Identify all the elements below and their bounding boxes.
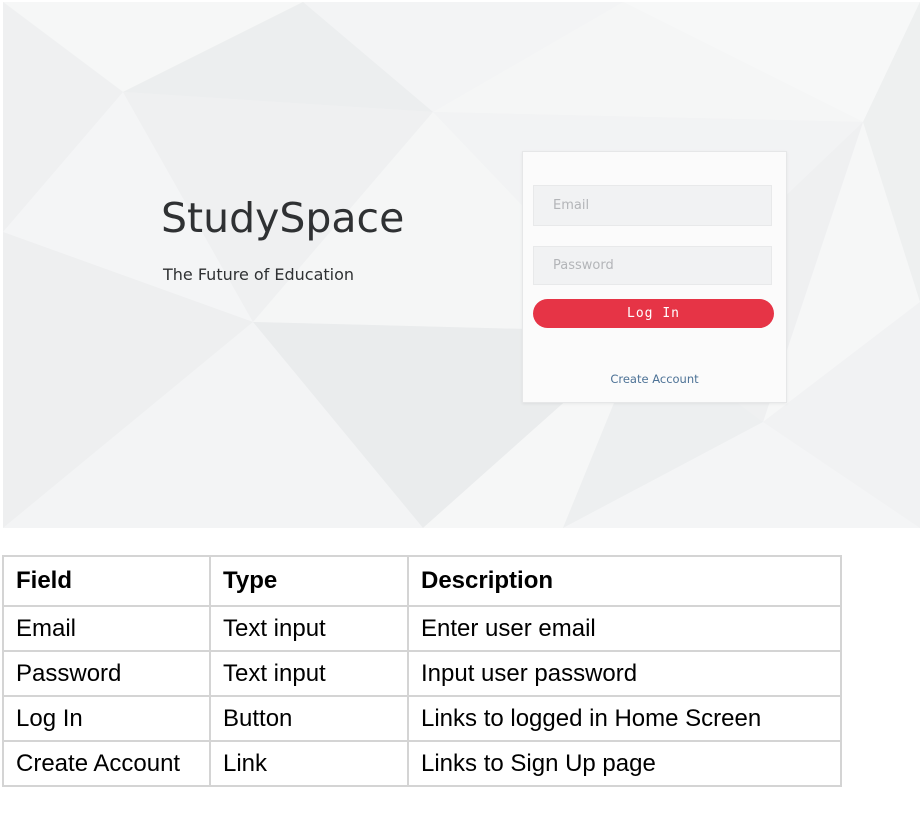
- table-row: Email Text input Enter user email: [2, 605, 842, 652]
- cell-field: Email: [2, 605, 211, 652]
- table-row: Create Account Link Links to Sign Up pag…: [2, 740, 842, 787]
- header-field: Field: [2, 555, 211, 607]
- cell-field: Create Account: [2, 740, 211, 787]
- login-button[interactable]: Log In: [533, 299, 774, 328]
- cell-description: Links to Sign Up page: [407, 740, 842, 787]
- create-account-link[interactable]: Create Account: [523, 372, 786, 386]
- field-spec-table: Field Type Description Email Text input …: [2, 555, 842, 787]
- table-row: Password Text input Input user password: [2, 650, 842, 697]
- email-input[interactable]: [533, 185, 772, 226]
- cell-type: Button: [209, 695, 409, 742]
- cell-type: Text input: [209, 650, 409, 697]
- brand-title: StudySpace: [161, 194, 405, 242]
- table-row: Log In Button Links to logged in Home Sc…: [2, 695, 842, 742]
- cell-description: Input user password: [407, 650, 842, 697]
- cell-description: Links to logged in Home Screen: [407, 695, 842, 742]
- password-input[interactable]: [533, 246, 772, 285]
- cell-field: Password: [2, 650, 211, 697]
- cell-description: Enter user email: [407, 605, 842, 652]
- header-description: Description: [407, 555, 842, 607]
- cell-type: Text input: [209, 605, 409, 652]
- login-card: Log In Create Account: [522, 151, 787, 403]
- hero-banner: StudySpace The Future of Education Log I…: [3, 2, 920, 528]
- table-header-row: Field Type Description: [2, 555, 842, 607]
- brand-subtitle: The Future of Education: [163, 265, 355, 284]
- cell-field: Log In: [2, 695, 211, 742]
- cell-type: Link: [209, 740, 409, 787]
- header-type: Type: [209, 555, 409, 607]
